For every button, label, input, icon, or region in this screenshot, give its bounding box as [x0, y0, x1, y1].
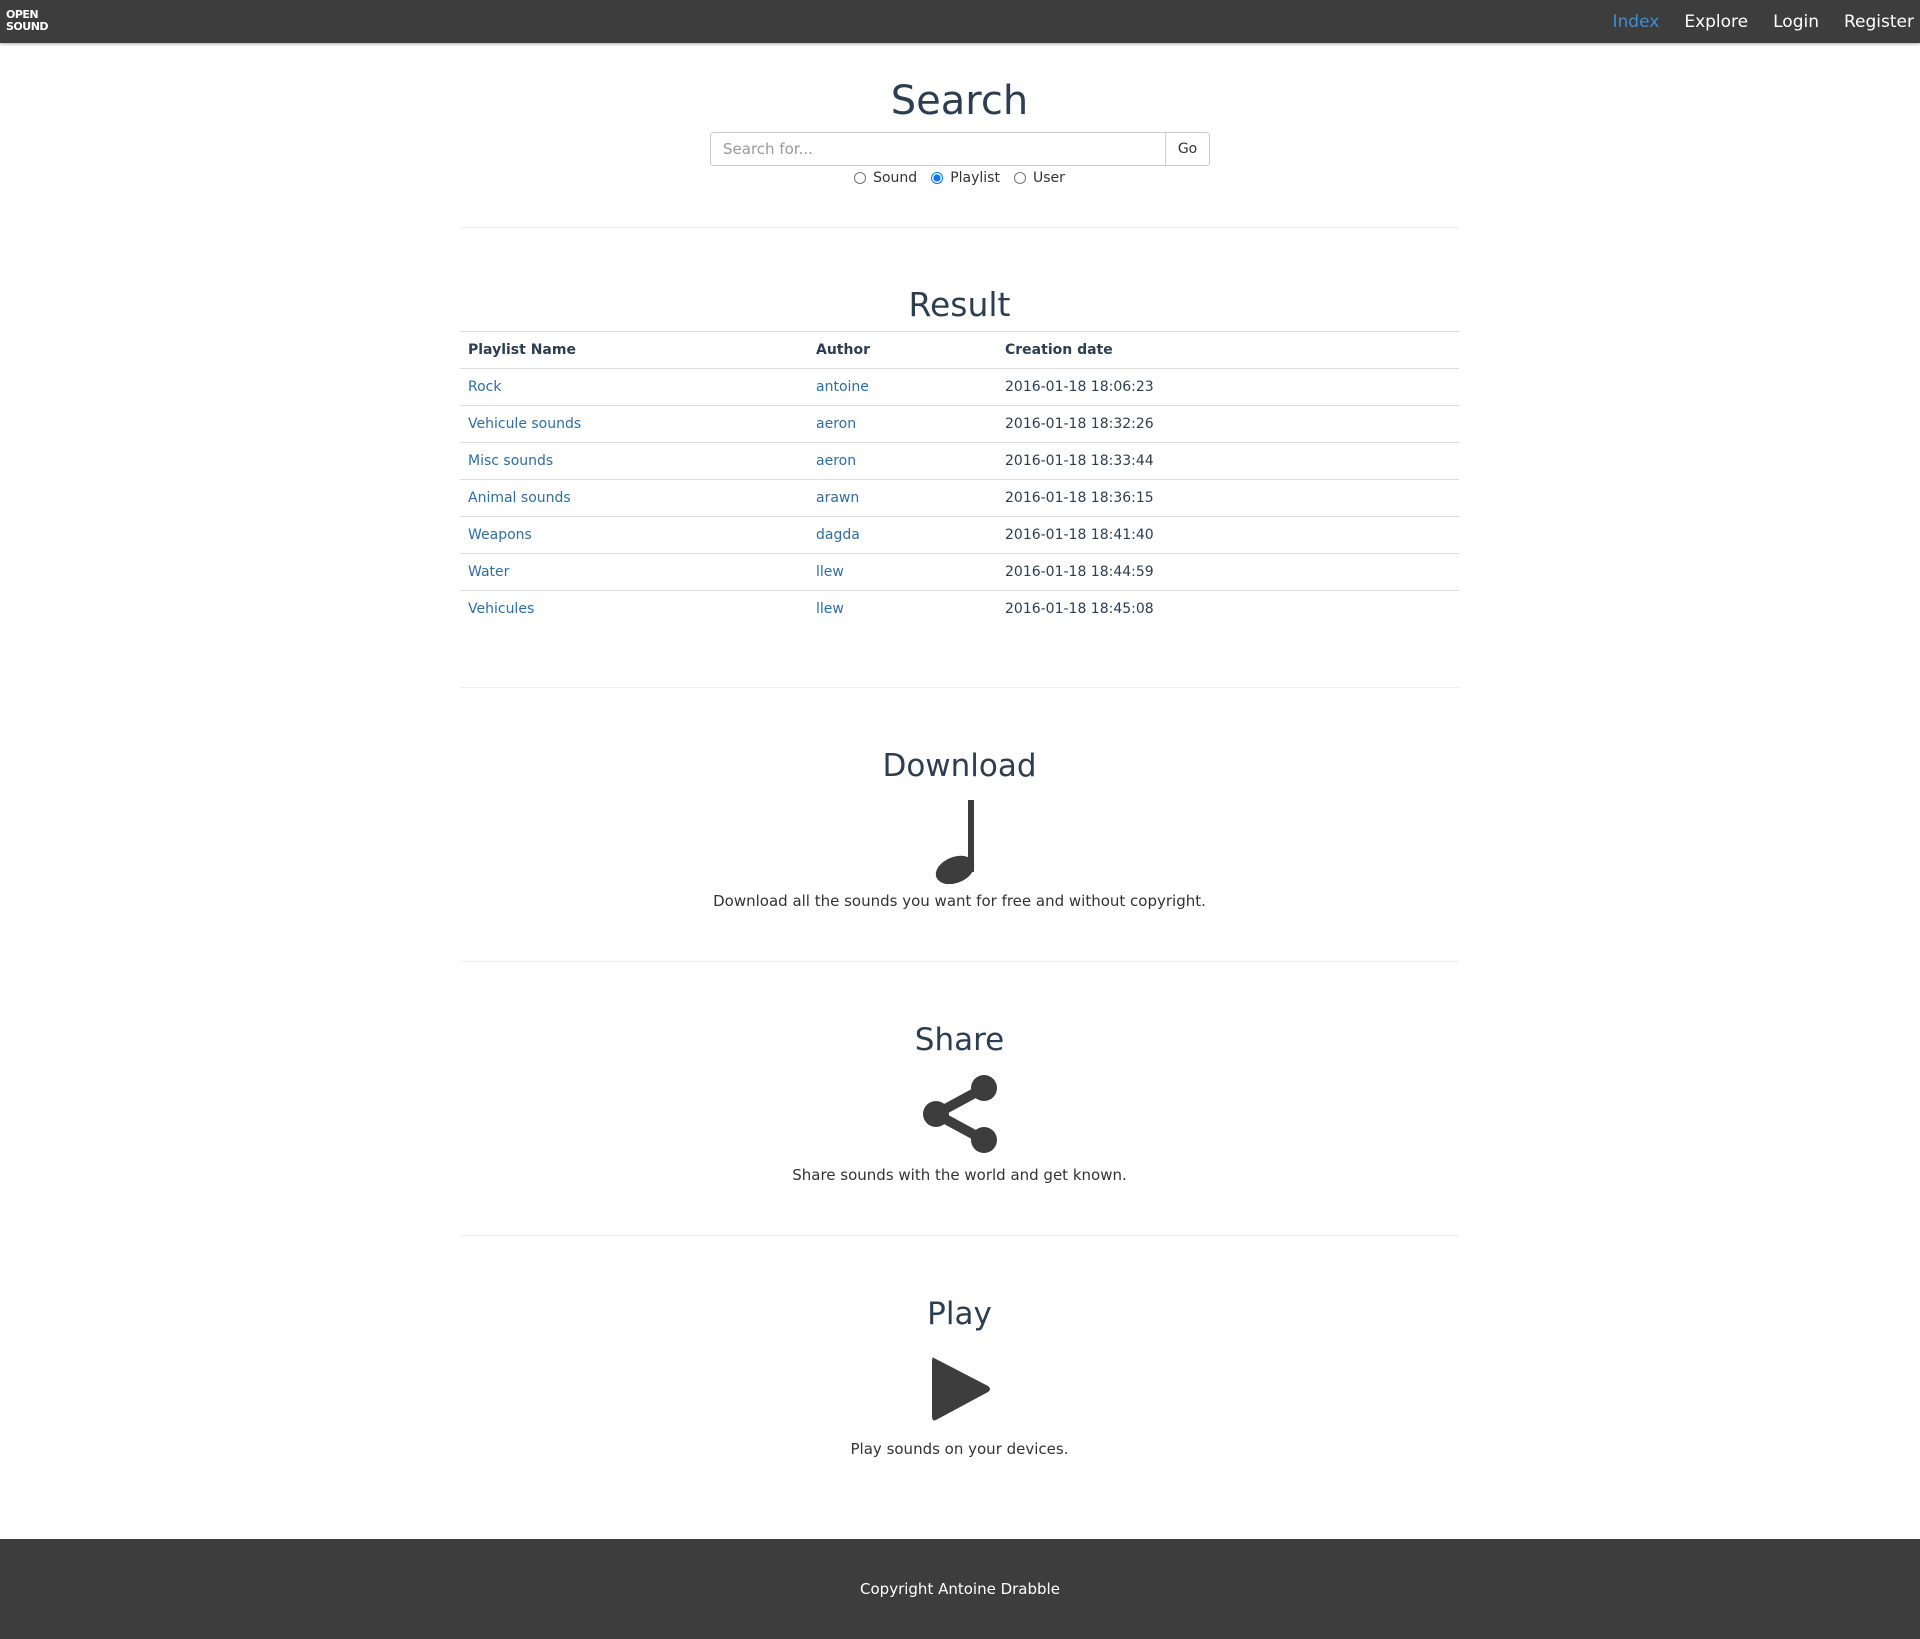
share-title: Share	[914, 1022, 1005, 1058]
author-link[interactable]: llew	[816, 601, 844, 617]
author-link[interactable]: arawn	[816, 490, 859, 506]
search-type-sound-label: Sound	[873, 170, 918, 186]
brand-logo-line2: SOUND	[6, 20, 49, 33]
playlist-link[interactable]: Weapons	[468, 527, 532, 543]
table-header-row: Playlist Name Author Creation date	[460, 331, 1459, 369]
playlist-link[interactable]: Water	[468, 564, 509, 580]
play-title: Play	[927, 1296, 992, 1332]
search-type-options: Sound Playlist User	[460, 168, 1459, 188]
creation-date: 2016-01-18 18:06:23	[997, 368, 1459, 406]
search-type-playlist-label: Playlist	[950, 170, 1000, 186]
divider	[460, 961, 1459, 962]
nav-link-explore[interactable]: Explore	[1684, 12, 1748, 32]
divider	[460, 227, 1459, 228]
column-header-creation-date: Creation date	[997, 331, 1459, 369]
footer-copyright: Copyright Antoine Drabble	[860, 1580, 1060, 1598]
results-table: Playlist Name Author Creation date Rock …	[460, 331, 1459, 627]
result-title: Result	[908, 285, 1011, 324]
divider	[460, 687, 1459, 688]
search-type-playlist-radio[interactable]	[931, 172, 944, 184]
table-row: Weapons dagda 2016-01-18 18:41:40	[460, 516, 1459, 554]
creation-date: 2016-01-18 18:44:59	[997, 553, 1459, 591]
nav-link-index[interactable]: Index	[1613, 12, 1660, 32]
search-type-user-label: User	[1032, 170, 1065, 186]
play-text: Play sounds on your devices.	[850, 1440, 1069, 1458]
playlist-link[interactable]: Rock	[468, 379, 501, 395]
search-type-playlist[interactable]: Playlist	[931, 170, 1000, 186]
author-link[interactable]: aeron	[816, 416, 856, 432]
creation-date: 2016-01-18 18:32:26	[997, 405, 1459, 443]
table-row: Rock antoine 2016-01-18 18:06:23	[460, 368, 1459, 406]
brand-logo[interactable]: OPEN SOUND	[6, 7, 49, 35]
search-type-sound-radio[interactable]	[854, 172, 867, 184]
column-header-playlist-name: Playlist Name	[460, 331, 808, 369]
nav-link-login[interactable]: Login	[1773, 12, 1819, 32]
go-button[interactable]: Go	[1166, 132, 1210, 166]
creation-date: 2016-01-18 18:33:44	[997, 442, 1459, 480]
author-link[interactable]: aeron	[816, 453, 856, 469]
playlist-link[interactable]: Animal sounds	[468, 490, 571, 506]
author-link[interactable]: antoine	[816, 379, 869, 395]
navbar: OPEN SOUND Index Explore Login Register	[0, 0, 1920, 43]
playlist-link[interactable]: Vehicules	[468, 601, 534, 617]
table-row: Animal sounds arawn 2016-01-18 18:36:15	[460, 479, 1459, 517]
table-row: Vehicule sounds aeron 2016-01-18 18:32:2…	[460, 405, 1459, 443]
author-link[interactable]: llew	[816, 564, 844, 580]
creation-date: 2016-01-18 18:45:08	[997, 590, 1459, 627]
download-title: Download	[882, 748, 1037, 784]
nav-link-register[interactable]: Register	[1844, 12, 1914, 32]
author-link[interactable]: dagda	[816, 527, 860, 543]
table-row: Water llew 2016-01-18 18:44:59	[460, 553, 1459, 591]
search-type-user[interactable]: User	[1013, 170, 1065, 186]
divider	[460, 1235, 1459, 1236]
table-row: Misc sounds aeron 2016-01-18 18:33:44	[460, 442, 1459, 480]
search-input[interactable]	[710, 132, 1167, 166]
playlist-link[interactable]: Misc sounds	[468, 453, 553, 469]
column-header-author: Author	[808, 331, 997, 369]
share-icon-wrap	[460, 1074, 1459, 1154]
creation-date: 2016-01-18 18:36:15	[997, 479, 1459, 517]
creation-date: 2016-01-18 18:41:40	[997, 516, 1459, 554]
search-type-user-radio[interactable]	[1013, 172, 1026, 184]
search-title: Search	[890, 78, 1029, 124]
play-icon-wrap	[460, 1354, 1459, 1424]
play-icon	[931, 1357, 990, 1421]
download-icon-wrap	[460, 800, 1459, 884]
table-row: Vehicules llew 2016-01-18 18:45:08	[460, 590, 1459, 627]
nav-links: Index Explore Login Register	[1613, 0, 1920, 43]
search-type-sound[interactable]: Sound	[854, 170, 917, 186]
search-bar: Go	[710, 132, 1210, 166]
download-text: Download all the sounds you want for fre…	[713, 892, 1206, 910]
share-icon	[922, 1075, 997, 1153]
music-note-icon	[935, 800, 974, 884]
results-body: Rock antoine 2016-01-18 18:06:23 Vehicul…	[460, 368, 1459, 627]
footer: Copyright Antoine Drabble	[0, 1539, 1920, 1639]
playlist-link[interactable]: Vehicule sounds	[468, 416, 581, 432]
share-text: Share sounds with the world and get know…	[792, 1166, 1127, 1184]
